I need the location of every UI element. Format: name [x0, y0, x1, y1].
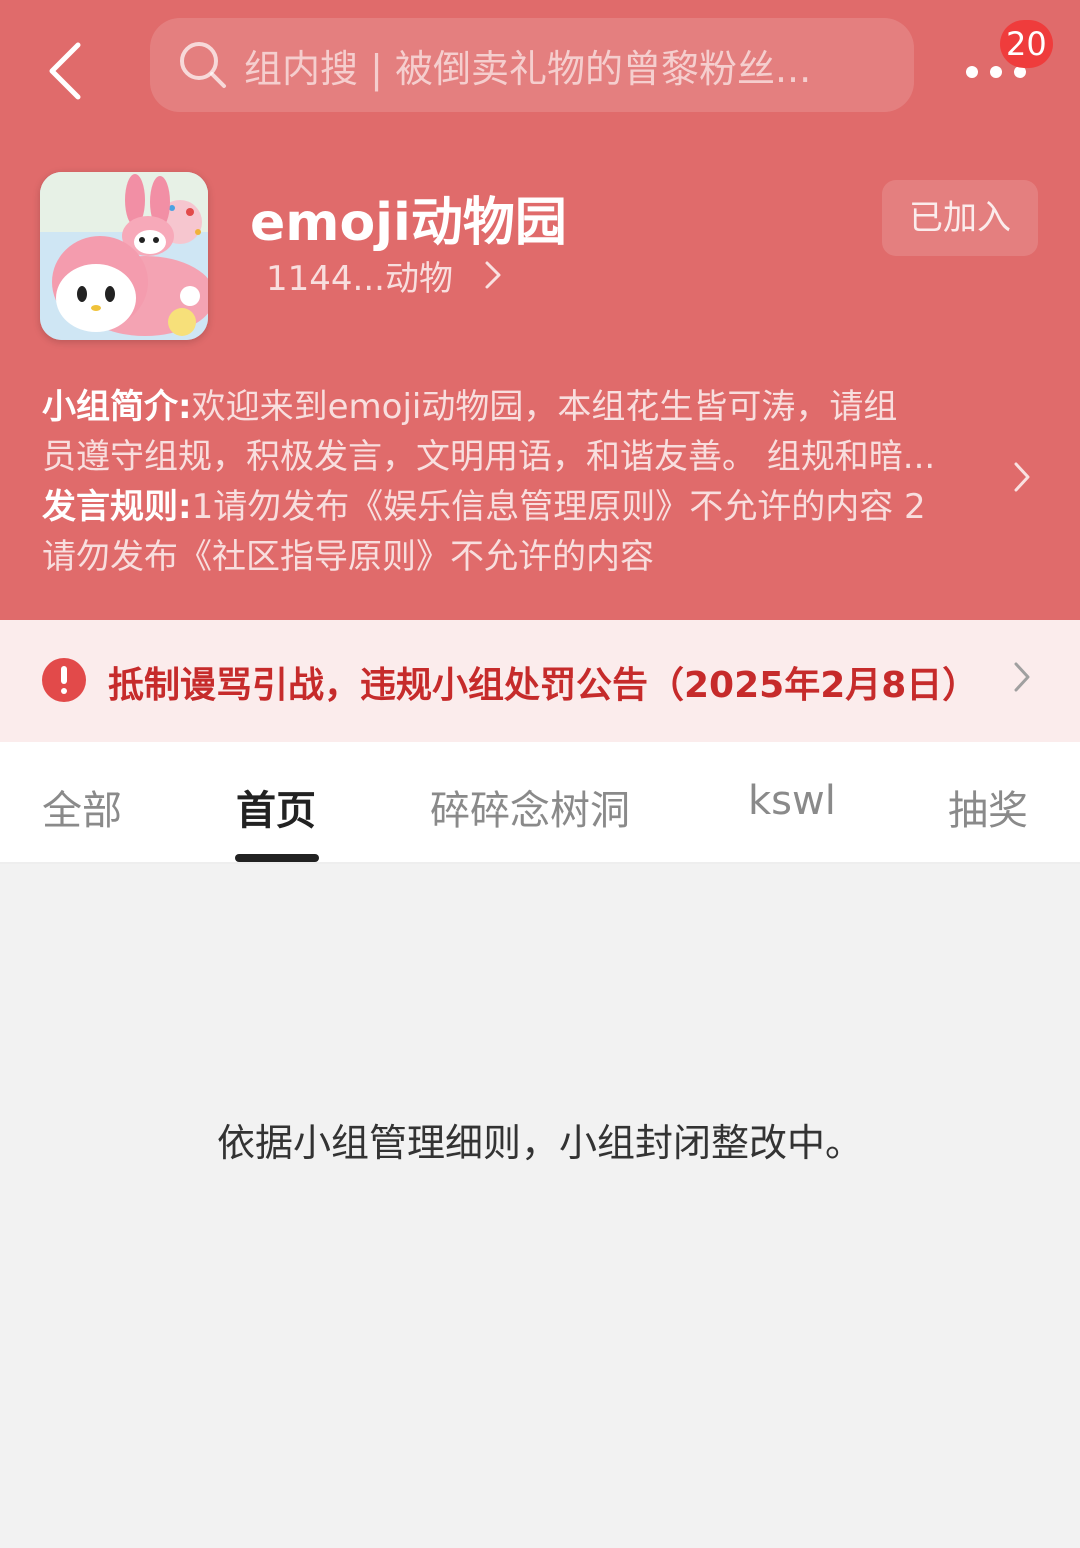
avatar-illustration: [40, 172, 208, 340]
tab-bar: 全部 首页 碎碎念树洞 kswl 抽奖: [0, 742, 1080, 864]
chevron-right-icon[interactable]: [1012, 460, 1032, 494]
back-button[interactable]: [34, 36, 94, 106]
more-dot-icon: [990, 66, 1002, 78]
chevron-right-icon: [485, 261, 501, 289]
joined-button[interactable]: 已加入: [882, 180, 1038, 256]
empty-state-message: 依据小组管理细则，小组封闭整改中。: [216, 1121, 863, 1165]
rules-line-1: 发言规则:1请勿发布《娱乐信息管理原则》不允许的内容 2: [42, 482, 992, 532]
search-input[interactable]: 组内搜 | 被倒卖礼物的曾黎粉丝...: [150, 18, 914, 112]
member-count-link[interactable]: 1144...动物: [266, 250, 503, 300]
tab-lottery[interactable]: 抽奖: [948, 778, 1028, 836]
group-name: emoji动物园: [250, 193, 567, 253]
active-tab-indicator: [235, 854, 319, 862]
chevron-left-icon: [49, 42, 81, 100]
rules-text-2: 请勿发布《社区指导原则》不允许的内容: [42, 537, 654, 577]
tab-all[interactable]: 全部: [42, 778, 122, 836]
alert-icon: [42, 658, 86, 702]
tab-home[interactable]: 首页: [236, 778, 316, 836]
intro-text-1: 欢迎来到emoji动物园，本组花生皆可涛，请组: [191, 387, 898, 427]
tab-kswl[interactable]: kswl: [748, 778, 836, 824]
group-header: 组内搜 | 被倒卖礼物的曾黎粉丝... 20 emoji动物园 1144...动…: [0, 0, 1080, 620]
chevron-right-icon[interactable]: [1012, 660, 1032, 694]
member-count: 1144...动物: [266, 258, 453, 299]
announcement-bar[interactable]: 抵制谩骂引战，违规小组处罚公告（2025年2月8日）: [0, 620, 1080, 742]
notification-badge: 20: [1000, 20, 1053, 68]
tab-tree-hole[interactable]: 碎碎念树洞: [430, 778, 630, 836]
group-avatar[interactable]: [40, 172, 208, 340]
intro-label: 小组简介:: [42, 387, 192, 427]
rules-text-1: 1请勿发布《娱乐信息管理原则》不允许的内容 2: [191, 487, 926, 527]
intro-line-1: 小组简介:欢迎来到emoji动物园，本组花生皆可涛，请组: [42, 382, 992, 432]
search-icon: [180, 42, 226, 88]
intro-text-2: 员遵守组规，积极发言，文明用语，和谐友善。 组规和暗...: [42, 437, 936, 477]
search-placeholder: 组内搜 | 被倒卖礼物的曾黎粉丝...: [244, 46, 812, 91]
announcement-text: 抵制谩骂引战，违规小组处罚公告（2025年2月8日）: [108, 665, 979, 706]
rules-label: 发言规则:: [42, 487, 192, 527]
more-dot-icon: [966, 66, 978, 78]
group-description[interactable]: 小组简介:欢迎来到emoji动物园，本组花生皆可涛，请组 员遵守组规，积极发言，…: [42, 382, 992, 582]
